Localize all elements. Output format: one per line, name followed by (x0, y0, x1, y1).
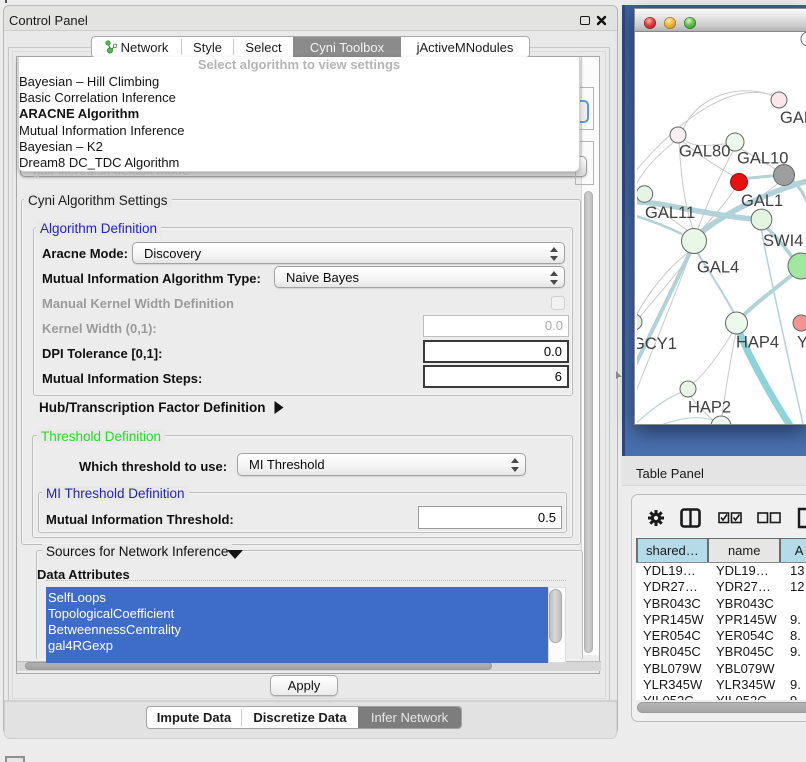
svg-text:GAL10: GAL10 (737, 150, 788, 168)
svg-text:GCY1: GCY1 (637, 335, 677, 353)
svg-text:SWI4: SWI4 (763, 232, 803, 250)
svg-text:GAL4: GAL4 (697, 259, 739, 277)
svg-text:GAL1: GAL1 (741, 192, 783, 210)
svg-text:HAP4: HAP4 (736, 334, 779, 352)
svg-text:HAP2: HAP2 (688, 399, 731, 417)
svg-text:GAL80: GAL80 (679, 143, 730, 161)
svg-text:YJ: YJ (797, 334, 806, 352)
svg-text:GAL11: GAL11 (645, 204, 695, 222)
svg-text:GAL2: GAL2 (780, 109, 806, 127)
